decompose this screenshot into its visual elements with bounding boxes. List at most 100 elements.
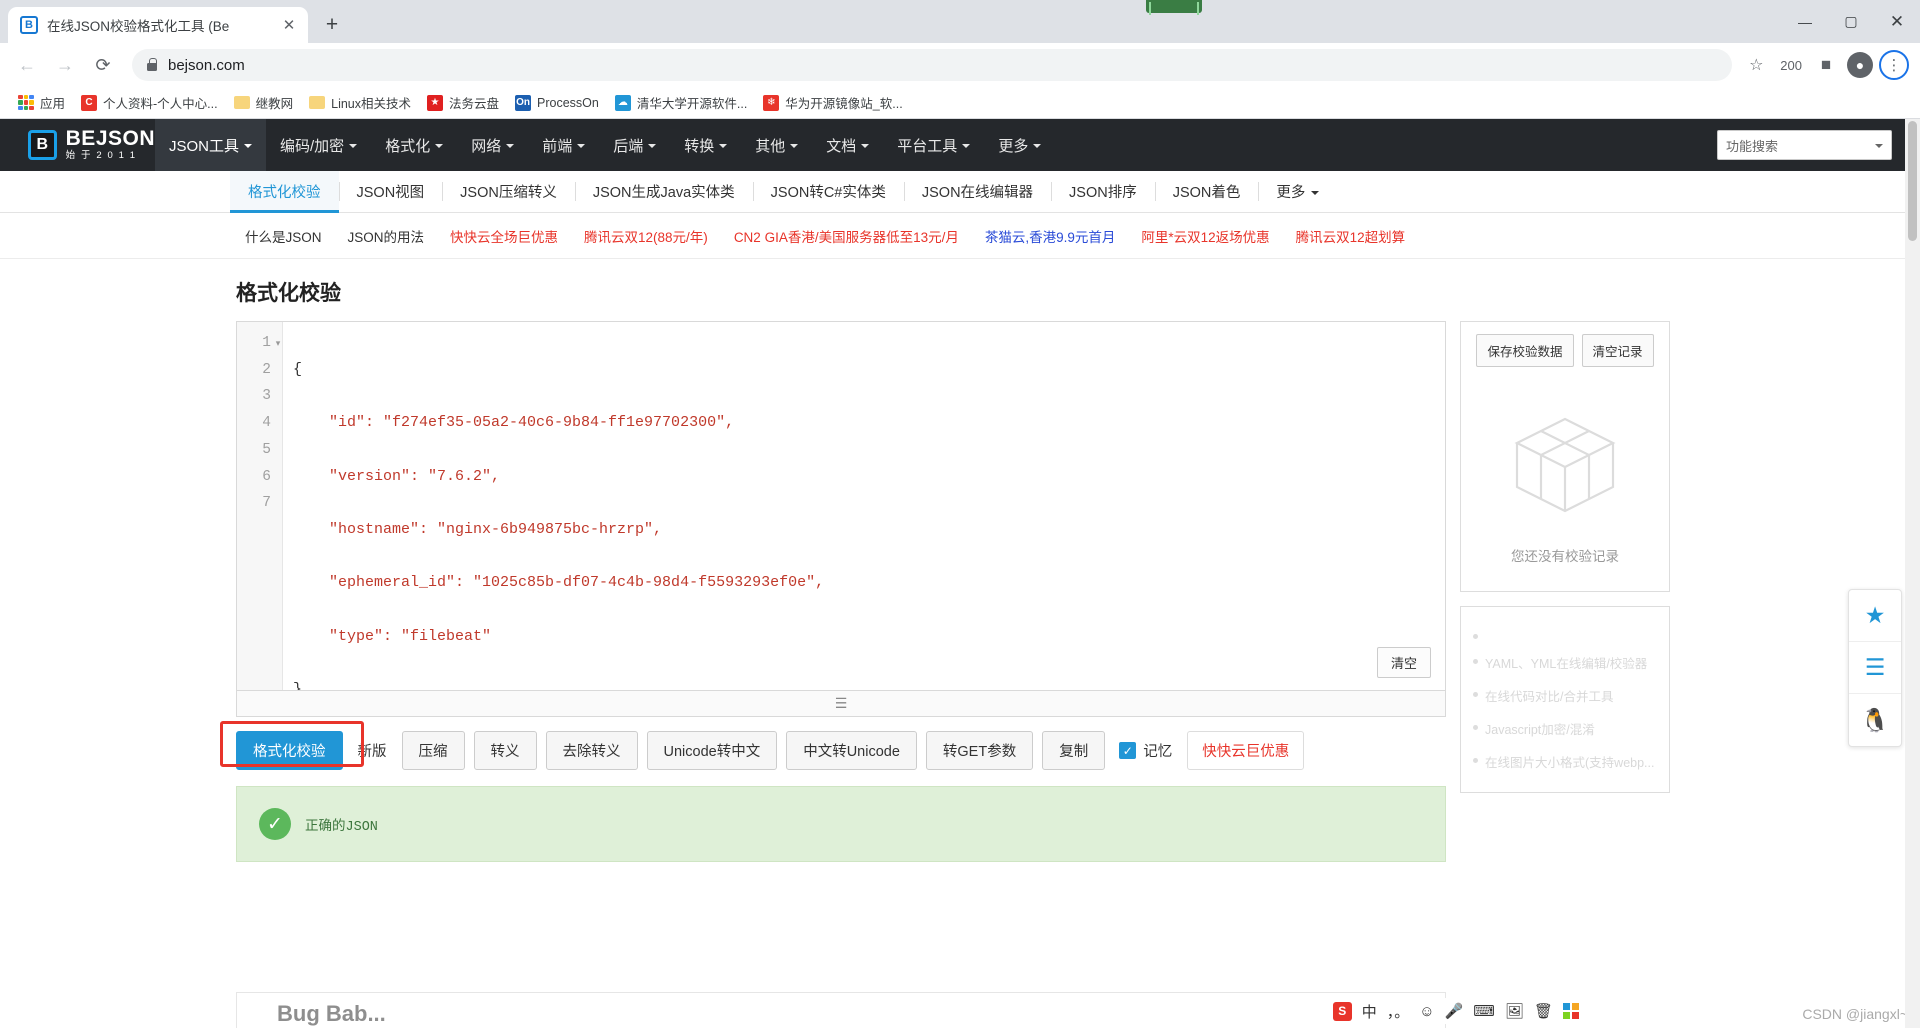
nav-item-convert[interactable]: 转换 xyxy=(670,119,741,171)
maximize-icon[interactable]: ▢ xyxy=(1828,0,1874,43)
memory-checkbox[interactable]: ✓ xyxy=(1119,742,1137,759)
nav-item-more[interactable]: 更多 xyxy=(984,119,1055,171)
clear-history-button[interactable]: 清空记录 xyxy=(1581,334,1654,367)
emoji-icon[interactable]: ☺ xyxy=(1419,1003,1434,1020)
bookmark-label: Linux相关技术 xyxy=(331,97,412,111)
minimize-icon[interactable]: — xyxy=(1782,0,1828,43)
link-cn2-gia[interactable]: CN2 GIA香港/美国服务器低至13元/月 xyxy=(721,226,972,246)
nav-item-docs[interactable]: 文档 xyxy=(812,119,883,171)
link-kuaikuai-cloud[interactable]: 快快云全场巨优惠 xyxy=(437,226,571,246)
sogou-logo-icon[interactable]: S xyxy=(1332,1001,1352,1021)
back-icon[interactable]: ← xyxy=(10,48,44,82)
json-editor[interactable]: 1 2 3 4 5 6 7 ▾ { "id": "f274ef35-05a2-4… xyxy=(236,321,1446,691)
tab-json-view[interactable]: JSON视图 xyxy=(338,171,443,212)
new-tab-button[interactable]: + xyxy=(318,11,346,39)
save-validation-data-button[interactable]: 保存校验数据 xyxy=(1476,334,1574,367)
bookmark-jijiaowang[interactable]: 继教网 xyxy=(226,90,302,115)
trash-icon[interactable]: 🗑 xyxy=(1534,1002,1553,1020)
profile-avatar[interactable]: ● xyxy=(1844,49,1876,81)
link-what-is-json[interactable]: 什么是JSON xyxy=(232,226,335,246)
list-item[interactable]: 在线图片大小格式(支持webp... xyxy=(1473,745,1657,778)
link-chamao-cloud[interactable]: 茶猫云,香港9.9元首月 xyxy=(972,226,1129,246)
screenshot-icon[interactable]: 🖼 xyxy=(1505,1002,1524,1020)
link-tencent-cloud-1212[interactable]: 腾讯云双12(88元/年) xyxy=(571,226,721,246)
bookmark-label: 清华大学开源软件... xyxy=(636,97,748,111)
tab-format-validate[interactable]: 格式化校验 xyxy=(230,171,339,213)
keyboard-icon[interactable]: ⌨ xyxy=(1473,1002,1495,1020)
scrollbar-thumb[interactable] xyxy=(1908,121,1917,241)
tab-json-compress-escape[interactable]: JSON压缩转义 xyxy=(442,171,575,212)
toolbox-grid-icon[interactable] xyxy=(1563,1003,1579,1019)
feature-search-input[interactable]: 功能搜索 xyxy=(1717,130,1892,160)
punctuation-icon[interactable]: ，。 xyxy=(1387,1001,1410,1022)
list-item[interactable]: YAML、YML在线编辑/校验器 xyxy=(1473,646,1657,679)
tab-json-colorize[interactable]: JSON着色 xyxy=(1154,171,1259,212)
chrome-menu-button[interactable]: ⋮ xyxy=(1878,49,1910,81)
link-tencent-cloud-deal[interactable]: 腾讯云双12超划算 xyxy=(1283,226,1419,246)
chinese-to-unicode-button[interactable]: 中文转Unicode xyxy=(786,731,917,770)
tab-json-sort[interactable]: JSON排序 xyxy=(1051,171,1155,212)
bookmark-linux-tech[interactable]: Linux相关技术 xyxy=(301,90,419,115)
extensions-puzzle-icon[interactable]: ■ xyxy=(1810,49,1842,81)
code-line: "hostname": "nginx-6b949875bc-hrzrp", xyxy=(293,520,663,538)
qq-icon[interactable]: 🐧 xyxy=(1849,694,1901,746)
extension-badge-count[interactable]: 200 xyxy=(1774,58,1808,73)
bookmark-star-icon[interactable]: ☆ xyxy=(1740,49,1772,81)
nav-label: JSON工具 xyxy=(169,137,240,155)
code-fold-toggle-icon[interactable]: ▾ xyxy=(273,330,283,357)
nav-item-formatting[interactable]: 格式化 xyxy=(371,119,457,171)
chevron-down-icon xyxy=(244,144,253,148)
bookmark-fawu-cloud-disk[interactable]: ★ 法务云盘 xyxy=(419,90,507,115)
nav-item-others[interactable]: 其他 xyxy=(741,119,812,171)
bookmark-huawei-mirror[interactable]: ❄ 华为开源镜像站_软... xyxy=(755,90,910,115)
voice-input-icon[interactable]: 🎤 xyxy=(1445,1002,1464,1020)
link-label: YAML、YML在线编辑/校验器 xyxy=(1485,657,1648,671)
star-icon[interactable]: ★ xyxy=(1849,590,1901,642)
json-code-area[interactable]: { "id": "f274ef35-05a2-40c6-9b84-ff1e977… xyxy=(283,322,1445,690)
copy-button[interactable]: 复制 xyxy=(1042,731,1106,770)
tab-json-to-csharp[interactable]: JSON转C#实体类 xyxy=(752,171,904,212)
nav-item-json-tools[interactable]: JSON工具 xyxy=(155,119,267,171)
nav-item-platform-tools[interactable]: 平台工具 xyxy=(883,119,984,171)
promo-button[interactable]: 快快云巨优惠 xyxy=(1187,731,1305,770)
bookmark-apps[interactable]: 应用 xyxy=(10,90,73,115)
list-item[interactable]: Javascript加密/混淆 xyxy=(1473,712,1657,745)
unescape-button[interactable]: 去除转义 xyxy=(545,731,638,770)
ime-mode-toggle[interactable]: 中 xyxy=(1362,1001,1377,1022)
list-item[interactable]: 在线代码对比/合并工具 xyxy=(1473,679,1657,712)
site-logo[interactable]: B BEJSON 始 于 2 0 1 1 xyxy=(0,119,155,171)
editor-resize-handle[interactable]: ☰ xyxy=(236,691,1446,717)
nav-item-backend[interactable]: 后端 xyxy=(599,119,670,171)
empty-state-label: 您还没有校验记录 xyxy=(1511,549,1619,564)
nav-item-network[interactable]: 网络 xyxy=(457,119,528,171)
format-validate-button[interactable]: 格式化校验 xyxy=(236,731,343,770)
tab-close-icon[interactable]: ✕ xyxy=(280,16,298,34)
bookmark-tsinghua-mirror[interactable]: ☁ 清华大学开源软件... xyxy=(607,90,755,115)
forward-icon[interactable]: → xyxy=(48,48,82,82)
close-window-icon[interactable]: ✕ xyxy=(1874,0,1920,43)
tab-more[interactable]: 更多 xyxy=(1258,171,1337,212)
page-scrollbar[interactable] xyxy=(1905,119,1920,1028)
clear-editor-button[interactable]: 清空 xyxy=(1376,647,1431,678)
bookmarks-bar: 应用 C 个人资料-个人中心... 继教网 Linux相关技术 ★ 法务云盘 O… xyxy=(0,87,1920,119)
link-json-usage[interactable]: JSON的用法 xyxy=(335,226,438,246)
tab-json-to-java[interactable]: JSON生成Java实体类 xyxy=(574,171,753,212)
nav-item-frontend[interactable]: 前端 xyxy=(528,119,599,171)
menu-icon[interactable]: ☰ xyxy=(1849,642,1901,694)
compress-button[interactable]: 压缩 xyxy=(401,731,465,770)
unicode-to-chinese-button[interactable]: Unicode转中文 xyxy=(646,731,778,770)
reload-icon[interactable]: ⟳ xyxy=(86,48,120,82)
bookmark-personal-profile[interactable]: C 个人资料-个人中心... xyxy=(73,90,226,115)
tab-json-online-editor[interactable]: JSON在线编辑器 xyxy=(903,171,1051,212)
bookmark-processon[interactable]: On ProcessOn xyxy=(507,92,607,114)
browser-tab[interactable]: B 在线JSON校验格式化工具 (Be ✕ xyxy=(8,7,308,43)
new-version-button[interactable]: 新版 xyxy=(352,732,393,769)
escape-button[interactable]: 转义 xyxy=(473,731,537,770)
bottom-card-title: Bug Bab... xyxy=(277,1001,386,1026)
link-aliyun-1212[interactable]: 阿里*云双12返场优惠 xyxy=(1128,226,1282,246)
address-bar[interactable]: bejson.com xyxy=(132,49,1733,81)
to-get-params-button[interactable]: 转GET参数 xyxy=(925,731,1034,770)
list-item[interactable] xyxy=(1473,621,1657,646)
memory-checkbox-group[interactable]: ✓ 记忆 xyxy=(1119,740,1172,761)
nav-item-encoding[interactable]: 编码/加密 xyxy=(266,119,371,171)
